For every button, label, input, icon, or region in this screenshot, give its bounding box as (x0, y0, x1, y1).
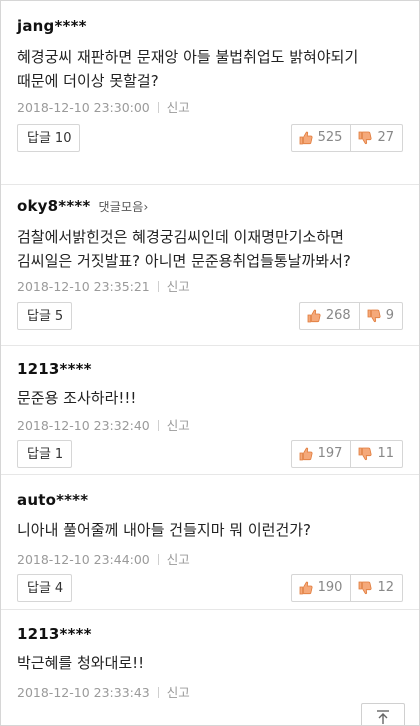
comment-datetime: 2018-12-10 23:44:00 (17, 552, 150, 567)
reply-button[interactable]: 답글 1 (17, 440, 73, 468)
comment-datetime: 2018-12-10 23:30:00 (17, 100, 150, 115)
comment-text: 니아내 풀어줄께 내아들 건들지마 뭐 이런건가? (17, 521, 312, 539)
like-count: 190 (317, 580, 343, 595)
comment-meta: 2018-12-10 23:33:43 신고 (17, 682, 190, 701)
vote-group: 197 11 (290, 440, 403, 468)
thumbs-up-icon (298, 130, 314, 146)
comment-meta: 2018-12-10 23:30:00 신고 (17, 97, 190, 116)
meta-divider (157, 281, 159, 292)
comment-meta: 2018-12-10 23:32:40 신고 (17, 415, 190, 434)
like-button[interactable]: 197 (290, 440, 352, 468)
comment-collection-link[interactable]: 댓글모음› (98, 200, 148, 214)
comment-item: auto**** 니아내 풀어줄께 내아들 건들지마 뭐 이런건가? 2018-… (1, 475, 419, 610)
dislike-button[interactable]: 9 (359, 302, 403, 330)
comment-datetime: 2018-12-10 23:33:43 (17, 685, 150, 700)
comment-author[interactable]: auto**** (17, 491, 88, 509)
dislike-button[interactable]: 27 (351, 124, 403, 152)
comment-meta: 2018-12-10 23:35:21 신고 (17, 276, 190, 295)
dislike-count: 11 (377, 446, 394, 461)
comment-item: 1213**** 문준용 조사하라!!! 2018-12-10 23:32:40… (1, 346, 419, 475)
thumbs-up-icon (306, 308, 322, 324)
comment-item: jang**** 혜경궁씨 재판하면 문재앙 아들 불법취업도 밝혀야되기 때문… (1, 1, 419, 185)
comment-text: 검찰에서밝힌것은 혜경궁김씨인데 이재명만기소하면 김씨일은 거짓발표? 아니면… (17, 228, 351, 270)
like-count: 268 (325, 308, 351, 323)
thumbs-down-icon (357, 446, 373, 462)
comment-author[interactable]: oky8**** (17, 197, 90, 215)
thumbs-down-icon (366, 308, 382, 324)
report-link[interactable]: 신고 (167, 418, 190, 433)
reply-count: 1 (54, 447, 64, 462)
comment-list: jang**** 혜경궁씨 재판하면 문재앙 아들 불법취업도 밝혀야되기 때문… (0, 0, 420, 726)
like-button[interactable]: 268 (298, 302, 360, 330)
report-link[interactable]: 신고 (167, 100, 190, 115)
comment-author[interactable]: jang**** (17, 17, 87, 35)
dislike-button[interactable]: 12 (351, 574, 403, 602)
scroll-top-button[interactable] (361, 703, 405, 725)
meta-divider (157, 102, 159, 113)
comment-item: 1213**** 박근혜를 청와대로!! 2018-12-10 23:33:43… (1, 610, 419, 725)
thumbs-up-icon (298, 446, 314, 462)
like-count: 197 (317, 446, 343, 461)
comment-author-row: oky8**** 댓글모음› (17, 197, 148, 215)
meta-divider (157, 420, 159, 431)
reply-button[interactable]: 답글 10 (17, 124, 81, 152)
thumbs-down-icon (357, 130, 373, 146)
thumbs-up-icon (298, 580, 314, 596)
vote-group: 525 27 (290, 124, 403, 152)
dislike-count: 9 (385, 308, 394, 323)
meta-divider (157, 687, 159, 698)
vote-group: 190 12 (290, 574, 403, 602)
dislike-count: 12 (377, 580, 394, 595)
comment-author[interactable]: 1213**** (17, 625, 92, 643)
reply-count: 4 (54, 581, 64, 596)
reply-count: 5 (54, 309, 64, 324)
dislike-count: 27 (377, 130, 394, 145)
comment-text: 혜경궁씨 재판하면 문재앙 아들 불법취업도 밝혀야되기 때문에 더이상 못할걸… (17, 48, 359, 90)
meta-divider (157, 554, 159, 565)
thumbs-down-icon (357, 580, 373, 596)
reply-button[interactable]: 답글 5 (17, 302, 73, 330)
comment-text: 박근혜를 청와대로!! (17, 654, 145, 672)
comment-text: 문준용 조사하라!!! (17, 389, 137, 407)
reply-count: 10 (54, 131, 72, 146)
report-link[interactable]: 신고 (167, 552, 190, 567)
comment-meta: 2018-12-10 23:44:00 신고 (17, 549, 190, 568)
dislike-button[interactable]: 11 (351, 440, 403, 468)
report-link[interactable]: 신고 (167, 685, 190, 700)
reply-button[interactable]: 답글 4 (17, 574, 73, 602)
report-link[interactable]: 신고 (167, 279, 190, 294)
comment-datetime: 2018-12-10 23:32:40 (17, 418, 150, 433)
like-button[interactable]: 190 (290, 574, 352, 602)
comment-author[interactable]: 1213**** (17, 360, 92, 378)
comment-item: oky8**** 댓글모음› 검찰에서밝힌것은 혜경궁김씨인데 이재명만기소하면 … (1, 185, 419, 346)
like-count: 525 (317, 130, 343, 145)
arrow-up-icon (374, 708, 392, 725)
comment-datetime: 2018-12-10 23:35:21 (17, 279, 150, 294)
vote-group: 268 9 (298, 302, 403, 330)
like-button[interactable]: 525 (290, 124, 352, 152)
